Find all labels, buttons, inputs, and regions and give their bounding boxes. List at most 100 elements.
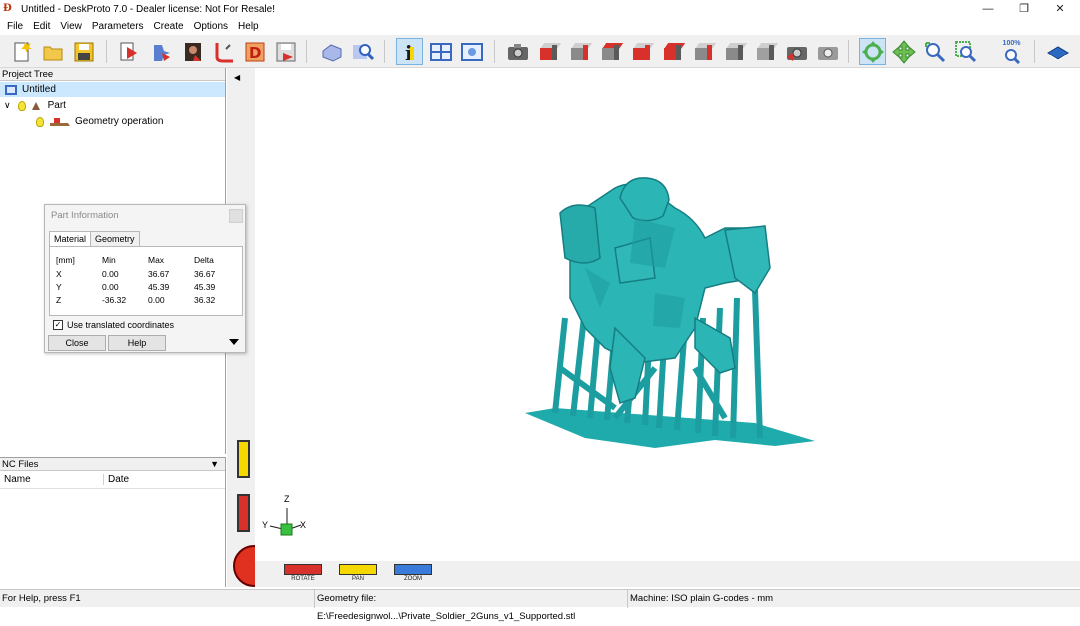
tree-part-label: Part: [47, 100, 66, 111]
book-help-icon[interactable]: [1044, 38, 1071, 65]
view-cube-iso[interactable]: [721, 38, 748, 65]
mouse-mode-strip: ROTATE PAN ZOOM: [255, 561, 1080, 587]
dialog-title: Part Information: [51, 210, 119, 221]
project-tree-header: Project Tree: [0, 68, 225, 81]
view-window-icon[interactable]: [458, 38, 485, 65]
status-geometry-file: Geometry file: E:\Freedesignwol...\Priva…: [315, 589, 628, 622]
part-image-icon[interactable]: [179, 38, 206, 65]
expand-arrow-icon[interactable]: [229, 339, 239, 345]
nc-files-dropdown-icon[interactable]: ▼: [210, 458, 219, 471]
visibility-bulb-icon[interactable]: [36, 116, 44, 127]
tree-operation-label: Geometry operation: [75, 116, 164, 127]
view-cube-left[interactable]: [597, 38, 624, 65]
zoom-100-icon[interactable]: 100%: [998, 38, 1025, 65]
axis-z-label: Z: [284, 494, 290, 504]
title-bar: Ð Untitled - DeskProto 7.0 - Dealer lice…: [0, 0, 1080, 18]
checkbox-label: Use translated coordinates: [67, 320, 175, 330]
camera-settings-icon[interactable]: [814, 38, 841, 65]
import-geometry-icon[interactable]: [116, 38, 143, 65]
new-file-icon[interactable]: [8, 38, 35, 65]
header-min: Min: [102, 255, 116, 265]
status-bar: For Help, press F1 Geometry file: E:\Fre…: [0, 589, 1080, 622]
dimensions-table: [mm] Min Max Delta X 0.00 36.67 36.67 Y …: [49, 246, 243, 316]
save-icon[interactable]: [70, 38, 97, 65]
pan-mode-button[interactable]: [339, 564, 377, 575]
minimize-button[interactable]: —: [968, 0, 1008, 18]
nc-files-columns: Name Date: [0, 471, 225, 489]
zoom-window-icon[interactable]: [952, 38, 979, 65]
magnify-icon[interactable]: [349, 38, 376, 65]
tree-part-item[interactable]: ∨ Part: [4, 98, 66, 113]
menu-parameters[interactable]: Parameters: [87, 21, 149, 32]
window-title: Untitled - DeskProto 7.0 - Dealer licens…: [21, 3, 275, 15]
menu-file[interactable]: File: [2, 21, 28, 32]
row-y-axis: Y: [56, 282, 62, 292]
visibility-bulb-icon[interactable]: [17, 100, 26, 111]
axis-x-label: X: [300, 520, 307, 530]
window-split-icon[interactable]: [427, 38, 454, 65]
part-icon: [31, 101, 40, 110]
nc-col-name[interactable]: Name: [0, 474, 104, 485]
translated-coordinates-checkbox[interactable]: ✓: [53, 320, 63, 330]
open-folder-icon[interactable]: [39, 38, 66, 65]
camera-icon[interactable]: [504, 38, 531, 65]
axis-y-label: Y: [262, 520, 269, 530]
expand-chevron-icon[interactable]: ∨: [4, 98, 11, 113]
create-d-icon[interactable]: D: [241, 38, 268, 65]
part-information-dialog: Part Information Material Geometry [mm] …: [44, 204, 246, 353]
cut-icon[interactable]: [210, 38, 237, 65]
info-icon[interactable]: i: [396, 38, 423, 65]
pan-wheel-icon[interactable]: [237, 440, 250, 478]
project-icon: [5, 84, 17, 95]
row-y-min: 0.00: [102, 282, 119, 292]
pan-mode-label: PAN: [352, 576, 364, 582]
view-cube-back[interactable]: [566, 38, 593, 65]
camera-back-icon[interactable]: [783, 38, 810, 65]
view-cube-top[interactable]: [659, 38, 686, 65]
zoom-in-icon[interactable]: [921, 38, 948, 65]
close-button[interactable]: Close: [48, 335, 106, 351]
tree-operation-item[interactable]: Geometry operation: [36, 114, 163, 129]
row-x-max: 36.67: [148, 269, 170, 279]
menu-edit[interactable]: Edit: [28, 21, 55, 32]
dialog-tabs: Material Geometry: [49, 231, 140, 247]
close-window-button[interactable]: ✕: [1040, 0, 1080, 18]
help-button[interactable]: Help: [108, 335, 166, 351]
nc-files-panel: NC Files ▼ Name Date: [0, 457, 226, 587]
row-x-min: 0.00: [102, 269, 119, 279]
view-cube-right[interactable]: [628, 38, 655, 65]
view-cube-front[interactable]: [535, 38, 562, 65]
menu-create[interactable]: Create: [149, 21, 189, 32]
svg-text:D: D: [249, 44, 261, 62]
view-cube-iso2[interactable]: [752, 38, 779, 65]
tab-material[interactable]: Material: [49, 231, 92, 247]
tab-geometry[interactable]: Geometry: [90, 231, 140, 246]
nc-col-date[interactable]: Date: [104, 474, 129, 485]
pan-mode-icon[interactable]: [890, 38, 917, 65]
menu-help[interactable]: Help: [233, 21, 264, 32]
rotate-wheel-icon[interactable]: [237, 494, 250, 532]
header-delta: Delta: [194, 255, 214, 265]
use-translated-coordinates[interactable]: ✓ Use translated coordinates: [53, 320, 174, 330]
zoom-mode-button[interactable]: [394, 564, 432, 575]
status-help: For Help, press F1: [0, 589, 315, 608]
menu-view[interactable]: View: [55, 21, 87, 32]
row-y-max: 45.39: [148, 282, 170, 292]
view-cube-bottom[interactable]: [690, 38, 717, 65]
rotate-mode-label: ROTATE: [291, 576, 315, 582]
collapse-arrow-icon[interactable]: ◀: [234, 73, 240, 82]
viewport-3d[interactable]: Z Y X: [255, 68, 1080, 561]
nc-files-title: NC Files: [2, 459, 39, 470]
menu-options[interactable]: Options: [189, 21, 233, 32]
menu-bar: File Edit View Parameters Create Options…: [0, 18, 1080, 35]
dialog-close-icon[interactable]: [229, 209, 243, 223]
add-part-icon[interactable]: [148, 38, 175, 65]
rotate-mode-icon[interactable]: [859, 38, 886, 65]
restore-button[interactable]: ❐: [1004, 0, 1044, 18]
tree-root-item[interactable]: Untitled: [0, 82, 225, 97]
shape-icon[interactable]: [318, 38, 345, 65]
row-x-axis: X: [56, 269, 62, 279]
save-nc-icon[interactable]: [272, 38, 299, 65]
model-render: [269, 177, 815, 536]
rotate-mode-button[interactable]: [284, 564, 322, 575]
